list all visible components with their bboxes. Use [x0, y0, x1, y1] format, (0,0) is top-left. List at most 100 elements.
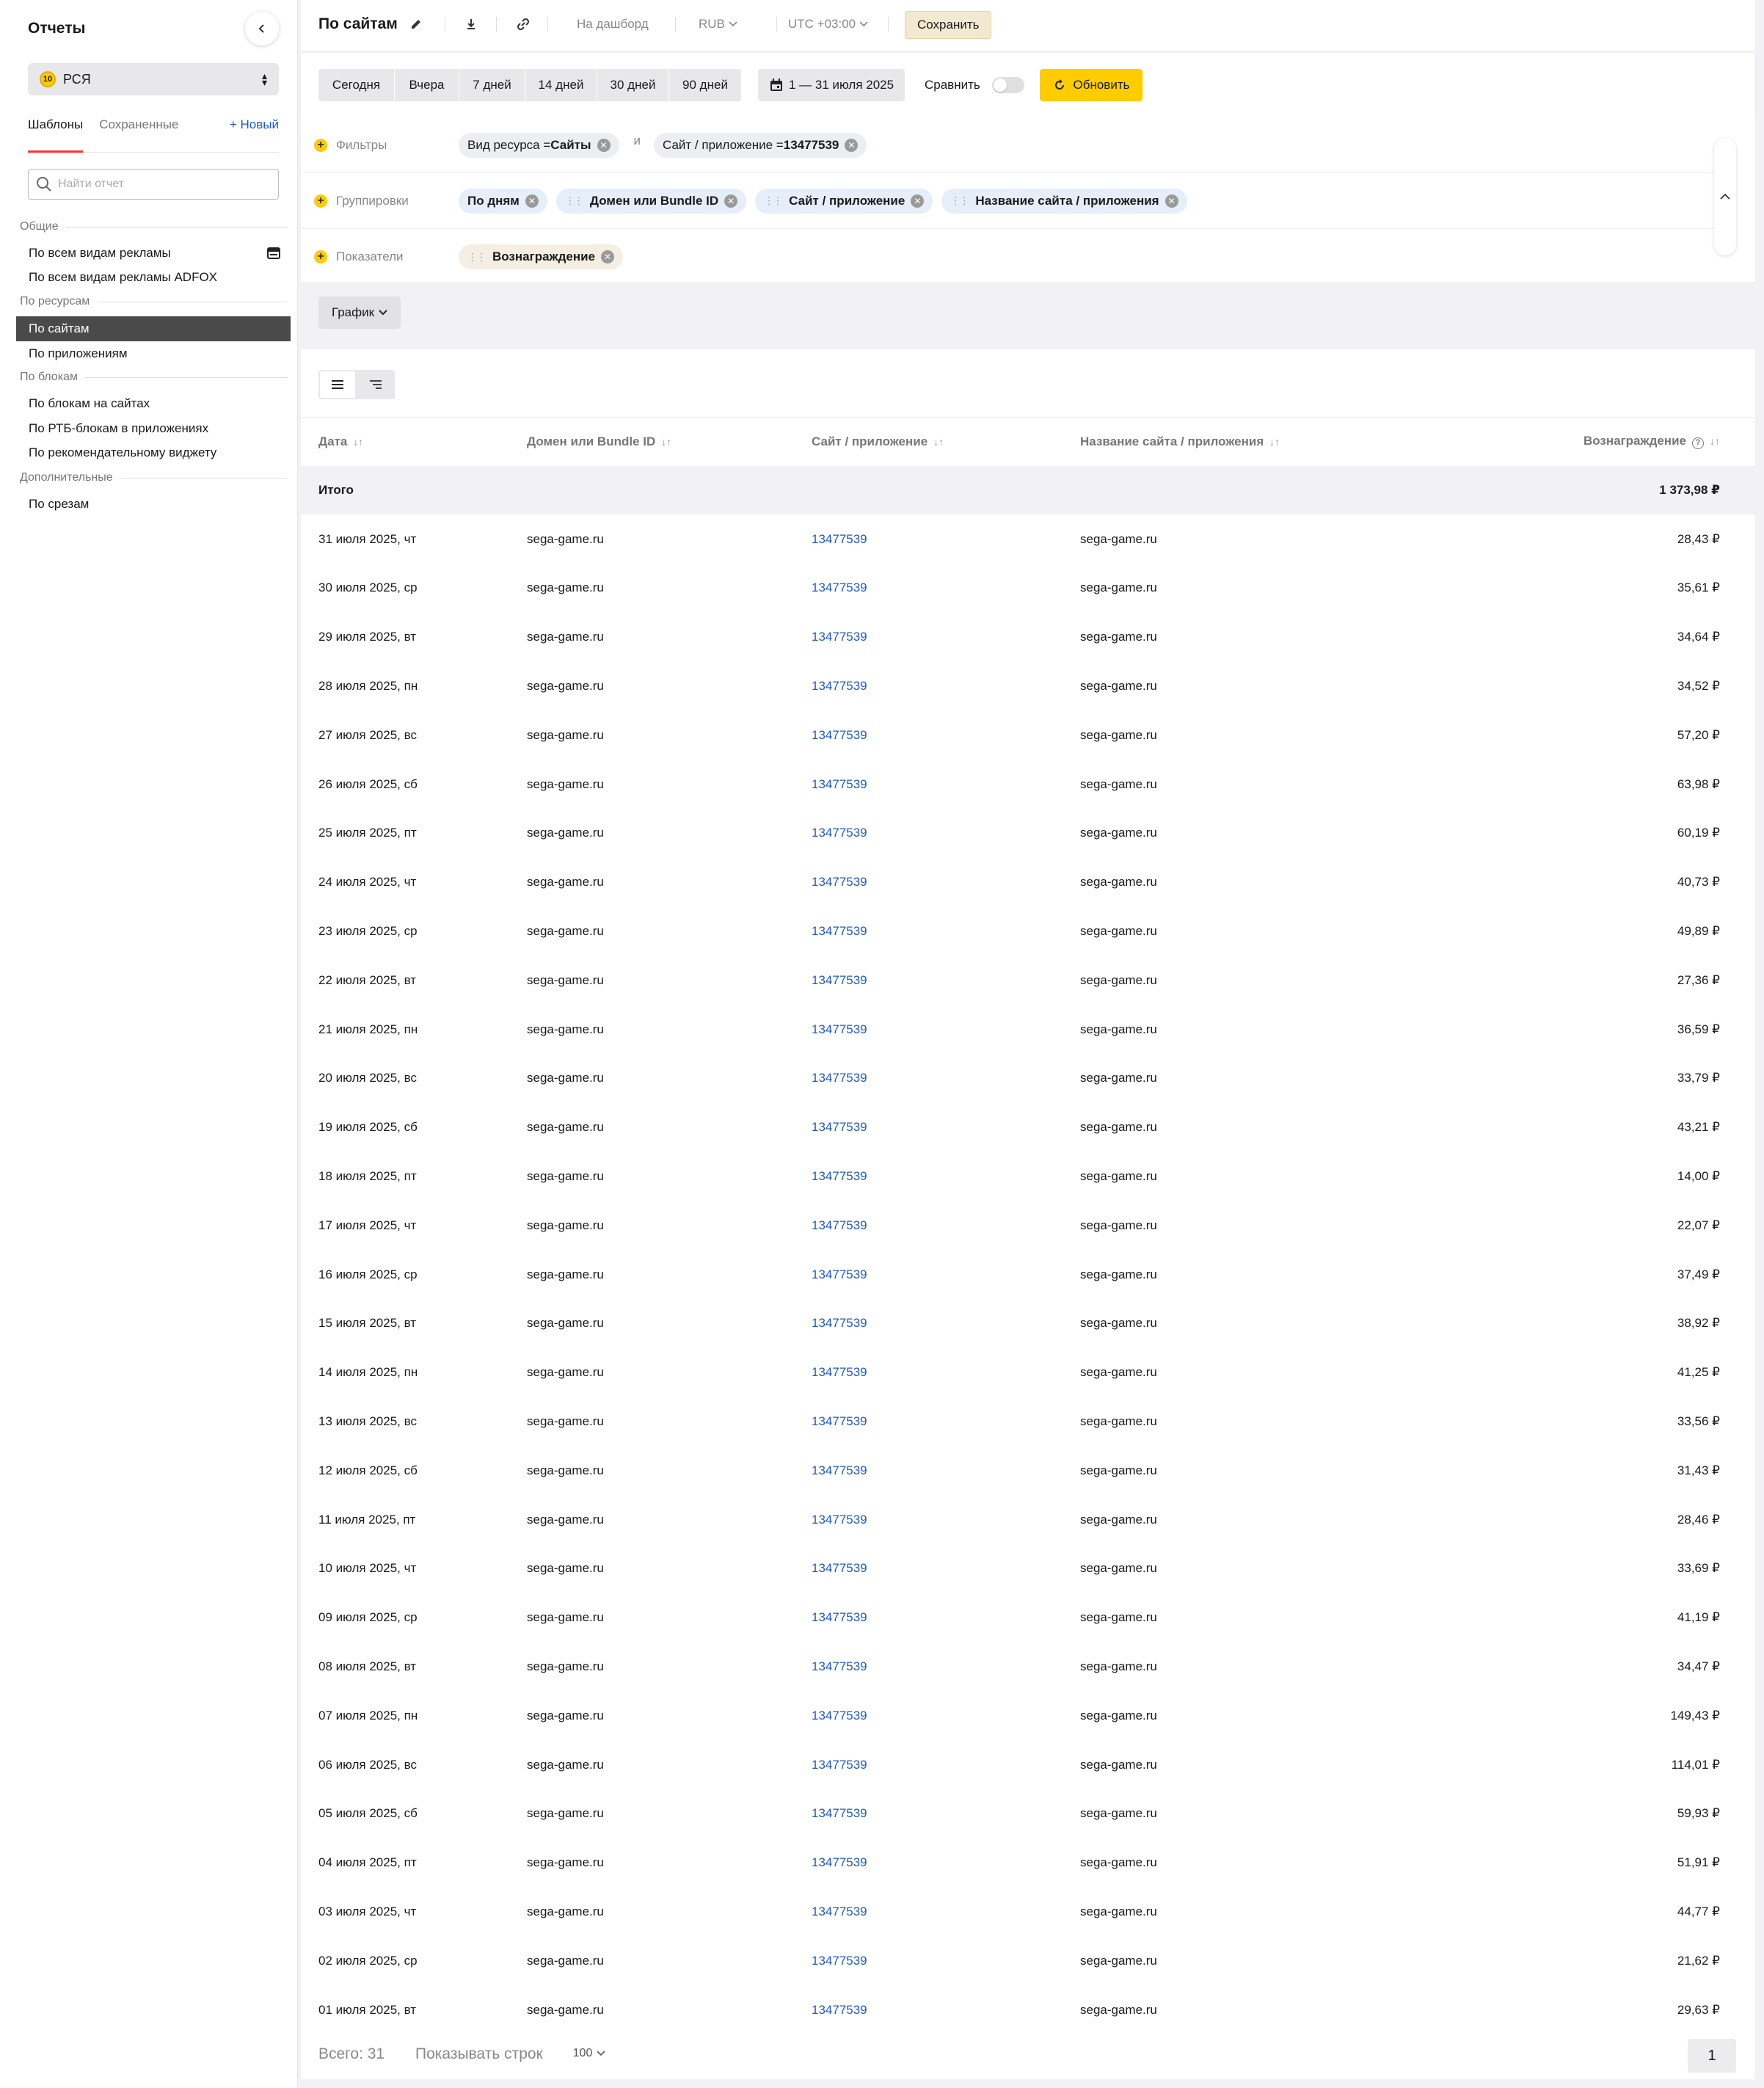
site-id-link[interactable]: 13477539	[812, 1218, 867, 1232]
site-id-link[interactable]: 13477539	[812, 973, 867, 987]
sidebar-item-by-apps[interactable]: По приложениям	[16, 341, 291, 366]
site-id-link[interactable]: 13477539	[812, 777, 867, 791]
site-id-link[interactable]: 13477539	[812, 1022, 867, 1036]
date-range-picker[interactable]: 1 — 31 июля 2025	[758, 69, 905, 101]
column-site[interactable]: Сайт / приложение ↓↑	[812, 417, 1080, 466]
sidebar-item-by-sites[interactable]: По сайтам	[16, 316, 291, 341]
remove-icon[interactable]: ✕	[601, 250, 615, 263]
add-metric-icon[interactable]: +	[314, 250, 327, 263]
sort-icon[interactable]: ↓↑	[933, 436, 944, 448]
refresh-button[interactable]: Обновить	[1040, 69, 1142, 101]
sidebar-item-all-ads-adfox[interactable]: По всем видам рекламы ADFOX	[16, 265, 291, 290]
sort-icon[interactable]: ↓↑	[661, 436, 671, 448]
filter-chip-site[interactable]: Сайт / приложение = 13477539 ✕	[654, 132, 867, 158]
column-site-name[interactable]: Название сайта / приложения ↓↑	[1080, 417, 1557, 466]
grouping-chip-domain[interactable]: ⋮⋮ Домен или Bundle ID ✕	[555, 188, 747, 214]
site-id-link[interactable]: 13477539	[812, 1316, 867, 1330]
report-search[interactable]	[28, 169, 279, 200]
site-id-link[interactable]: 13477539	[812, 1169, 867, 1183]
site-id-link[interactable]: 13477539	[812, 630, 867, 644]
period-14-days-button[interactable]: 14 дней	[525, 69, 597, 101]
collapse-sidebar-button[interactable]	[245, 12, 279, 46]
add-filter-icon[interactable]: +	[314, 138, 327, 152]
sidebar-item-site-blocks[interactable]: По блокам на сайтах	[16, 391, 291, 416]
compare-switch[interactable]	[991, 77, 1024, 93]
site-id-link[interactable]: 13477539	[812, 924, 867, 938]
tree-view-button[interactable]	[357, 370, 395, 399]
grouping-chip-site-name[interactable]: ⋮⋮ Название сайта / приложения ✕	[941, 188, 1187, 214]
filter-chip-resource-type[interactable]: Вид ресурса = Сайты ✕	[459, 132, 619, 158]
tab-templates[interactable]: Шаблоны	[28, 117, 84, 153]
chart-toggle-button[interactable]: График	[318, 297, 401, 329]
edit-icon[interactable]	[409, 0, 423, 48]
page-button-1[interactable]: 1	[1688, 2039, 1736, 2073]
new-report-link[interactable]: + Новый	[230, 117, 279, 132]
drag-handle-icon[interactable]: ⋮⋮	[565, 194, 584, 207]
drag-handle-icon[interactable]: ⋮⋮	[950, 194, 969, 207]
site-id-link[interactable]: 13477539	[812, 1709, 867, 1723]
sort-icon[interactable]: ↓↑	[353, 436, 363, 448]
column-reward[interactable]: Вознаграждение? ↓↑	[1557, 417, 1755, 466]
sidebar-item-all-ads[interactable]: По всем видам рекламы	[16, 241, 291, 266]
site-id-link[interactable]: 13477539	[812, 1120, 867, 1134]
site-id-link[interactable]: 13477539	[812, 1659, 867, 1673]
sidebar-item-rtb-app-blocks[interactable]: По РТБ-блокам в приложениях	[16, 416, 291, 441]
remove-icon[interactable]: ✕	[1165, 194, 1178, 208]
currency-select[interactable]: RUB	[699, 0, 737, 48]
sidebar-item-rec-widget[interactable]: По рекомендательному виджету	[16, 440, 291, 465]
timezone-select[interactable]: UTC +03:00	[788, 0, 868, 48]
resource-selector[interactable]: 10 РСЯ ▴ ▾	[28, 63, 279, 95]
site-id-link[interactable]: 13477539	[812, 679, 867, 693]
help-icon[interactable]: ?	[1692, 437, 1704, 450]
period-yesterday-button[interactable]: Вчера	[395, 69, 459, 101]
site-id-link[interactable]: 13477539	[812, 581, 867, 594]
site-id-link[interactable]: 13477539	[812, 1267, 867, 1281]
sort-icon[interactable]: ↓↑	[1710, 435, 1720, 447]
remove-icon[interactable]: ✕	[845, 138, 859, 152]
dashboard-link[interactable]: На дашборд	[577, 0, 649, 48]
remove-icon[interactable]: ✕	[597, 138, 611, 152]
add-grouping-icon[interactable]: +	[314, 194, 327, 208]
sort-icon[interactable]: ↓↑	[1269, 436, 1280, 448]
period-today-button[interactable]: Сегодня	[318, 69, 395, 101]
site-id-link[interactable]: 13477539	[812, 826, 867, 840]
download-icon[interactable]	[465, 0, 477, 48]
site-id-link[interactable]: 13477539	[812, 1463, 867, 1477]
site-id-link[interactable]: 13477539	[812, 728, 867, 742]
site-id-link[interactable]: 13477539	[812, 875, 867, 889]
column-date[interactable]: Дата ↓↑	[301, 417, 527, 466]
flat-view-button[interactable]	[318, 370, 357, 399]
save-button[interactable]: Сохранить	[905, 11, 992, 39]
site-id-link[interactable]: 13477539	[812, 1561, 867, 1575]
site-id-link[interactable]: 13477539	[812, 2003, 867, 2017]
site-id-link[interactable]: 13477539	[812, 1758, 867, 1772]
remove-icon[interactable]: ✕	[911, 194, 925, 208]
period-90-days-button[interactable]: 90 дней	[669, 69, 741, 101]
site-id-link[interactable]: 13477539	[812, 1806, 867, 1820]
period-30-days-button[interactable]: 30 дней	[597, 69, 669, 101]
grouping-chip-by-days[interactable]: По дням ✕	[459, 188, 547, 214]
period-7-days-button[interactable]: 7 дней	[459, 69, 525, 101]
link-icon[interactable]	[517, 0, 530, 48]
site-id-link[interactable]: 13477539	[812, 1513, 867, 1527]
site-id-link[interactable]: 13477539	[812, 1855, 867, 1869]
dashboard-icon[interactable]	[267, 247, 280, 259]
site-id-link[interactable]: 13477539	[812, 1954, 867, 1968]
drag-handle-icon[interactable]: ⋮⋮	[764, 194, 783, 207]
sidebar-item-by-slices[interactable]: По срезам	[16, 492, 291, 517]
rows-per-page-select[interactable]: 100	[563, 2039, 616, 2068]
site-id-link[interactable]: 13477539	[812, 532, 867, 546]
tab-saved[interactable]: Сохраненные	[99, 117, 178, 153]
metric-chip-reward[interactable]: ⋮⋮ Вознаграждение ✕	[459, 244, 624, 269]
drag-handle-icon[interactable]: ⋮⋮	[467, 251, 486, 263]
report-search-input[interactable]	[58, 178, 263, 191]
remove-icon[interactable]: ✕	[724, 194, 738, 208]
compare-toggle[interactable]: Сравнить	[925, 69, 1024, 101]
site-id-link[interactable]: 13477539	[812, 1610, 867, 1624]
site-id-link[interactable]: 13477539	[812, 1905, 867, 1918]
grouping-chip-site[interactable]: ⋮⋮ Сайт / приложение ✕	[755, 188, 933, 214]
site-id-link[interactable]: 13477539	[812, 1365, 867, 1379]
remove-icon[interactable]: ✕	[525, 194, 539, 208]
column-domain[interactable]: Домен или Bundle ID ↓↑	[527, 417, 812, 466]
collapse-panel-button[interactable]	[1714, 138, 1736, 255]
